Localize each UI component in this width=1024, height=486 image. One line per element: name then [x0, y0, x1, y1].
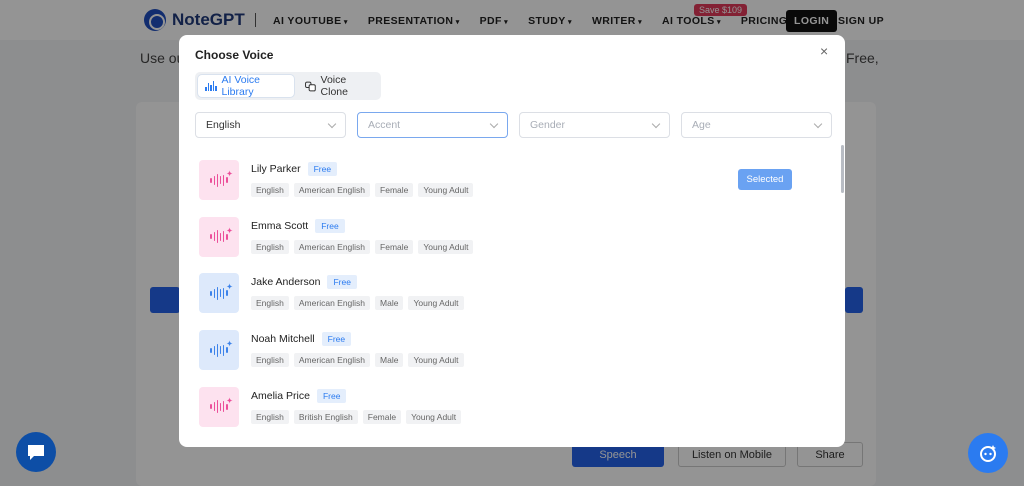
ai-voice-wave-icon: ✦: [210, 171, 233, 187]
voice-tag: Young Adult: [418, 239, 474, 254]
voice-tag: Female: [375, 239, 414, 254]
voice-tag: Female: [375, 183, 414, 197]
tab-ai-voice-library[interactable]: AI Voice Library: [198, 74, 294, 98]
ai-voice-wave-icon: ✦: [210, 341, 233, 357]
voice-item[interactable]: ✦ Amelia Price Free English British English F…: [199, 385, 829, 442]
voice-list: ✦ Lily Parker Free English American English F…: [199, 158, 829, 441]
assistant-icon: [980, 445, 996, 462]
voice-avatar: ✦: [199, 330, 239, 371]
voice-tag: English: [251, 353, 289, 368]
voice-tag: English: [251, 239, 289, 254]
voice-name-row: Lily Parker Free: [251, 162, 338, 176]
free-badge: Free: [321, 332, 352, 347]
chat-support-button[interactable]: [16, 432, 56, 472]
ai-voice-wave-icon: ✦: [210, 284, 233, 300]
voice-tag: American English: [293, 183, 371, 197]
voice-name: Noah Mitchell: [251, 333, 315, 346]
language-select[interactable]: English: [195, 112, 346, 138]
voice-name-row: Jake Anderson Free: [251, 275, 357, 290]
voice-avatar: ✦: [199, 273, 239, 314]
voice-tag: English: [251, 296, 289, 311]
voice-tag: Male: [375, 353, 404, 368]
voice-tags: English American English Female Young Adult: [251, 183, 474, 197]
voice-item[interactable]: ✦ Emma Scott Free English American English Fe…: [199, 215, 829, 272]
chevron-down-icon: [327, 119, 337, 128]
voice-tag: American English: [293, 239, 371, 254]
ai-voice-wave-icon: ✦: [210, 398, 233, 414]
voice-tag: Female: [362, 409, 402, 424]
voice-tag: Young Adult: [408, 296, 464, 311]
close-icon[interactable]: ×: [820, 43, 828, 59]
voice-item[interactable]: ✦ Noah Mitchell Free English American Englis…: [199, 328, 829, 385]
tab-label: AI Voice Library: [221, 74, 261, 98]
ai-assistant-button[interactable]: [968, 433, 1008, 473]
voice-tag: Young Adult: [408, 353, 464, 368]
modal-title: Choose Voice: [195, 48, 274, 62]
voice-avatar: ✦: [199, 386, 239, 427]
voice-tags: English American English Female Young Adult: [251, 239, 474, 254]
voice-name: Lily Parker: [251, 163, 301, 175]
voice-list-scrollbar[interactable]: [841, 145, 844, 193]
ai-voice-wave-icon: ✦: [210, 228, 233, 244]
choose-voice-modal: Choose Voice × AI Voice Library Voice Cl…: [179, 35, 845, 447]
voice-name-row: Emma Scott Free: [251, 218, 345, 233]
voice-name: Jake Anderson: [251, 276, 321, 289]
tab-voice-clone[interactable]: Voice Clone: [298, 74, 378, 98]
language-value: English: [206, 119, 241, 131]
free-badge: Free: [307, 162, 338, 176]
chevron-down-icon: [489, 119, 499, 128]
voice-tag: British English: [293, 409, 358, 424]
voice-clone-icon: [304, 81, 316, 91]
voice-tag: American English: [293, 296, 371, 311]
voice-item[interactable]: ✦ Jake Anderson Free English American Englis…: [199, 271, 829, 328]
voice-avatar: ✦: [199, 216, 239, 257]
gender-select[interactable]: Gender: [519, 112, 670, 138]
voice-tag: Male: [375, 296, 404, 311]
chevron-down-icon: [813, 119, 823, 128]
accent-select[interactable]: Accent: [357, 112, 508, 138]
age-placeholder: Age: [692, 119, 711, 131]
free-badge: Free: [315, 218, 345, 233]
voice-tag: Young Adult: [418, 183, 474, 197]
chat-bubble-icon: [28, 445, 44, 460]
voice-name: Emma Scott: [251, 219, 309, 232]
voice-avatar: ✦: [199, 160, 239, 200]
gender-placeholder: Gender: [530, 119, 566, 131]
age-select[interactable]: Age: [681, 112, 832, 138]
voice-filters: English Accent Gender Age: [195, 112, 832, 138]
selected-button[interactable]: Selected: [738, 169, 792, 190]
voice-tag: Young Adult: [406, 409, 462, 424]
accent-placeholder: Accent: [368, 119, 401, 131]
voice-source-tabs: AI Voice Library Voice Clone: [195, 72, 381, 100]
voice-name-row: Noah Mitchell Free: [251, 332, 352, 347]
voice-tags: English British English Female Young Adult: [251, 409, 462, 424]
free-badge: Free: [327, 275, 357, 290]
voice-tag: English: [251, 409, 289, 424]
voice-tag: English: [251, 183, 289, 197]
free-badge: Free: [316, 388, 347, 403]
voice-tags: English American English Male Young Adult: [251, 353, 464, 368]
sound-wave-icon: [205, 81, 217, 91]
voice-tag: American English: [293, 353, 371, 368]
voice-tags: English American English Male Young Adult: [251, 296, 464, 311]
voice-name: Amelia Price: [251, 389, 310, 402]
voice-name-row: Amelia Price Free: [251, 388, 347, 403]
voice-item[interactable]: ✦ Lily Parker Free English American English F…: [199, 158, 829, 215]
tab-label: Voice Clone: [320, 74, 348, 98]
chevron-down-icon: [651, 119, 661, 128]
